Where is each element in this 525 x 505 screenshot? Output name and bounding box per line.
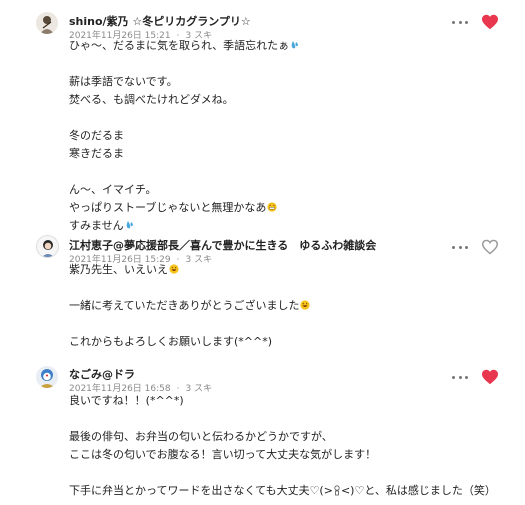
comment-line: ここは冬の匂いでお腹なる！言い切って大丈夫な気がします！ [69, 448, 377, 461]
comment-line: 寒きだるま [69, 147, 124, 160]
more-dots-icon-dot [465, 375, 468, 379]
comment-author[interactable]: なごみ@ドラ [69, 366, 135, 382]
comment-line [69, 464, 496, 482]
more-dots-icon [452, 245, 455, 249]
comment-body: ひゃ〜、だるまに気を取られ、季語忘れたぁ 薪は季語でないです。 焚べる、も調べた… [69, 37, 299, 235]
comment-line: 紫乃先生、いえいえ [69, 261, 310, 279]
like-button[interactable] [481, 369, 499, 385]
comment-body: 紫乃先生、いえいえ 一緒に考えていただきありがとうございました これからもよろし… [69, 261, 311, 351]
comment-author[interactable]: shino/紫乃 ☆冬ピリカグランプリ☆ [69, 13, 251, 29]
comment-line [69, 279, 310, 297]
comment-line [69, 55, 299, 73]
more-options-button[interactable] [452, 242, 468, 252]
heart-icon [482, 14, 498, 30]
more-dots-icon-dot [465, 20, 468, 24]
heart-icon [482, 369, 498, 385]
figure-emoji [334, 485, 340, 496]
avatar[interactable] [36, 235, 59, 258]
comment-line: ひゃ〜、だるまに気を取られ、季語忘れたぁ [69, 37, 299, 55]
comment-line: 冬のだるま [69, 129, 124, 142]
comment-line: 下手に弁当とかってワードを出さなくても大丈夫♡(> <)♡と、私は感じました（笑） [69, 484, 496, 497]
more-dots-icon-dot [458, 375, 462, 379]
comment-line: やっぱりストーブじゃないと無理かなあ [69, 199, 299, 217]
comment-body: 良いですね！！(*^^*) 最後の俳句、お弁当の匂いと伝わるかどうかですが、 こ… [69, 392, 496, 500]
like-button[interactable] [481, 239, 499, 255]
comment-line: すみません [69, 217, 299, 235]
like-button[interactable] [481, 14, 499, 30]
more-dots-icon [452, 375, 455, 379]
grinning-face-emoji [300, 300, 311, 310]
grinning-face-emoji [169, 264, 179, 274]
more-dots-icon [452, 20, 455, 24]
comment-line: 一緒に考えていただきありがとうございました [69, 297, 311, 315]
more-dots-icon-dot [458, 20, 462, 24]
more-dots-icon-dot [465, 245, 468, 249]
comment-line: 最後の俳句、お弁当の匂いと伝わるかどうかですが、 [69, 430, 333, 443]
sweat-drop-emoji [126, 221, 133, 229]
comment-line: ん〜、イマイチ。 [69, 183, 157, 196]
comment-line [69, 163, 299, 181]
comment-line: 焚べる、も調べたけれどダメね。 [69, 93, 234, 106]
more-options-button[interactable] [452, 372, 468, 382]
comment-line [69, 109, 299, 127]
more-options-button[interactable] [452, 17, 468, 27]
comment-line: 良いですね！！(*^^*) [69, 394, 184, 407]
sweat-drop-emoji [291, 41, 299, 49]
grinning-face-emoji [267, 202, 277, 212]
heart-icon [481, 239, 499, 255]
comment-line [69, 315, 310, 333]
comment-line [69, 410, 496, 428]
more-dots-icon-dot [458, 245, 462, 249]
comment-line: これからもよろしくお願いします(*^^*) [69, 335, 273, 348]
avatar[interactable] [36, 12, 58, 34]
comment-line: 薪は季語でないです。 [69, 75, 178, 88]
comment-author[interactable]: 江村恵子@夢応援部長／喜んで豊かに生きる ゆるふわ雑談会 [69, 237, 376, 253]
avatar[interactable] [36, 366, 58, 388]
